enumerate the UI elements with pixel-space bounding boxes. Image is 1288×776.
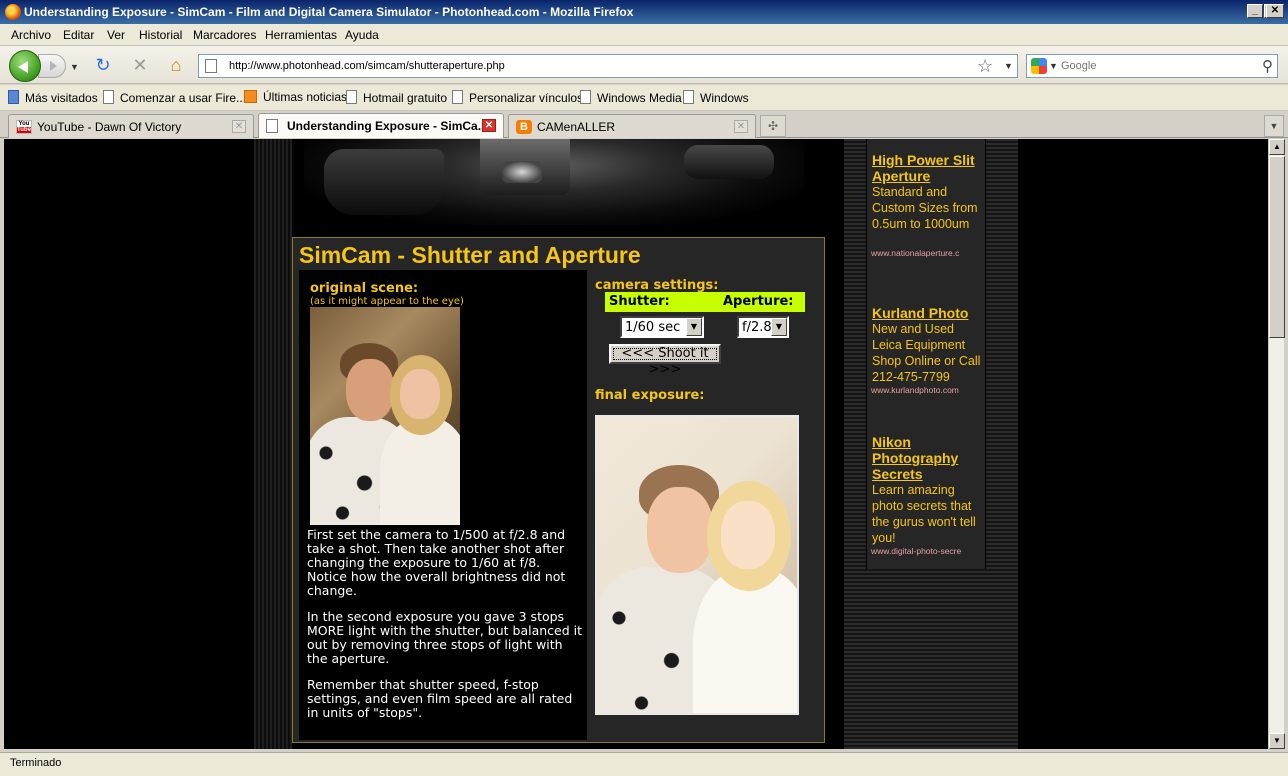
forward-button[interactable]	[38, 54, 66, 78]
page-icon	[346, 90, 357, 104]
window-title-bar: Understanding Exposure - SimCam - Film a…	[0, 0, 1288, 24]
camera-settings-label: camera settings:	[595, 278, 719, 293]
bookmark-comenzar[interactable]: Comenzar a usar Fire...	[103, 90, 246, 105]
tab-close-icon[interactable]: ✕	[482, 119, 496, 132]
menu-ver[interactable]: Ver	[107, 28, 125, 42]
bookmark-hotmail[interactable]: Hotmail gratuito	[346, 90, 447, 105]
tab-youtube[interactable]: You Tube YouTube - Dawn Of Victory ✕	[8, 114, 254, 138]
original-scene-column: original scene: (as it might appear to t…	[299, 270, 587, 740]
final-exposure-label: final exposure:	[595, 388, 705, 403]
page-icon	[205, 59, 217, 73]
window-title: Understanding Exposure - SimCam - Film a…	[24, 5, 634, 19]
bookmark-ultimas-noticias[interactable]: Últimas noticias	[244, 90, 347, 104]
menu-herramientas[interactable]: Herramientas	[265, 28, 337, 42]
page-viewport: SimCam - Shutter and Aperture original s…	[4, 139, 1268, 749]
original-scene-label: original scene:	[310, 281, 419, 296]
star-folder-icon	[8, 90, 19, 104]
bookmark-star-icon[interactable]: ☆	[977, 56, 993, 77]
original-scene-sublabel: (as it might appear to the eye)	[310, 296, 464, 307]
ad-text: New and Used Leica Equipment Shop Online…	[872, 322, 981, 384]
reload-icon[interactable]: ↻	[92, 55, 114, 75]
search-engine-dropdown-icon[interactable]: ▼	[1049, 61, 1058, 71]
ad-text: Learn amazing photo secrets that the gur…	[872, 483, 976, 545]
description-paragraph-1: First set the camera to 1/500 at f/2.8 a…	[307, 527, 566, 598]
tab-bar: You Tube YouTube - Dawn Of Victory ✕ Unde…	[0, 111, 1288, 138]
minimize-button[interactable]: _	[1247, 4, 1263, 18]
shutter-select[interactable]: 1/60 sec ▼	[620, 316, 704, 338]
scrollbar-thumb[interactable]	[1269, 156, 1285, 338]
bookmark-windows-media[interactable]: Windows Media	[580, 90, 682, 105]
ad-text: Standard and Custom Sizes from 0.5um to …	[872, 185, 978, 231]
simcam-panel: SimCam - Shutter and Aperture original s…	[292, 237, 825, 743]
scroll-up-icon[interactable]: ▲	[1269, 139, 1285, 155]
back-button[interactable]	[9, 50, 41, 82]
scroll-down-icon[interactable]: ▼	[1269, 733, 1285, 749]
chevron-down-icon[interactable]: ▼	[686, 318, 702, 336]
ads-sidebar: High Power Slit Aperture Standard and Cu…	[866, 139, 986, 569]
tab-close-icon[interactable]: ✕	[232, 120, 246, 133]
decorative-stripe	[254, 139, 292, 749]
firefox-icon	[5, 4, 21, 20]
description-paragraph-3: Remember that shutter speed, f-stop sett…	[307, 677, 573, 720]
camera-header-image	[304, 139, 804, 225]
page-icon	[683, 90, 694, 104]
ad-url[interactable]: www.nationalaperture.c	[871, 248, 986, 258]
shoot-button[interactable]: <<< Shoot it >>>	[609, 344, 721, 377]
menu-archivo[interactable]: Archivo	[11, 28, 51, 42]
home-icon[interactable]: ⌂	[165, 55, 187, 75]
menu-editar[interactable]: Editar	[63, 28, 94, 42]
history-dropdown-icon[interactable]: ▼	[70, 62, 79, 72]
page-icon	[452, 90, 463, 104]
menu-ayuda[interactable]: Ayuda	[345, 28, 379, 42]
search-input[interactable]	[1061, 55, 1255, 77]
page-icon	[266, 119, 278, 133]
tab-camenaller[interactable]: B CAMenALLER ✕	[508, 114, 756, 138]
status-bar: Terminado	[0, 752, 1288, 776]
ad-url[interactable]: www.kurlandphoto.com	[871, 385, 986, 395]
stop-icon[interactable]: ✕	[129, 55, 151, 75]
list-all-tabs-icon[interactable]: ▼	[1264, 115, 1284, 137]
ad-link-nikon[interactable]: Nikon Photography Secrets	[872, 434, 984, 482]
menu-marcadores[interactable]: Marcadores	[193, 28, 256, 42]
chevron-down-icon[interactable]: ▼	[771, 318, 787, 336]
original-scene-photo	[310, 307, 460, 525]
navigation-toolbar: ▼ ↻ ✕ ⌂ http://www.photonhead.com/simcam…	[0, 46, 1288, 84]
page-icon	[580, 90, 591, 104]
description-paragraph-2: In the second exposure you gave 3 stops …	[307, 609, 582, 666]
search-box[interactable]: ▼ ⚲	[1026, 54, 1278, 78]
vertical-scrollbar[interactable]: ▲ ▼	[1268, 139, 1285, 749]
shutter-label: Shutter:	[609, 294, 670, 309]
youtube-icon: You Tube	[16, 120, 32, 134]
menu-historial[interactable]: Historial	[139, 28, 182, 42]
settings-header: Shutter: Aperture:	[605, 292, 805, 312]
tab-understanding-exposure[interactable]: Understanding Exposure - SimCa... ✕	[258, 113, 504, 138]
page-title: SimCam - Shutter and Aperture	[299, 242, 641, 268]
ad-url[interactable]: www.digital-photo-secre	[871, 546, 986, 556]
url-dropdown-icon[interactable]: ▼	[1004, 61, 1013, 71]
status-text: Terminado	[10, 757, 62, 769]
search-icon[interactable]: ⚲	[1262, 57, 1273, 75]
bookmarks-toolbar: Más visitados Comenzar a usar Fire... Úl…	[0, 85, 1288, 111]
camera-settings-column: camera settings: Shutter: Aperture: 1/60…	[587, 270, 823, 740]
aperture-label: Aperture:	[723, 294, 794, 309]
bookmark-personalizar[interactable]: Personalizar vínculos	[452, 90, 583, 105]
close-button[interactable]: ✕	[1266, 4, 1284, 18]
menu-bar: Archivo Editar Ver Historial Marcadores …	[0, 24, 1288, 46]
ad-link-kurland[interactable]: Kurland Photo	[872, 305, 984, 321]
final-exposure-photo	[595, 415, 799, 715]
rss-icon	[244, 90, 257, 103]
url-text[interactable]: http://www.photonhead.com/simcam/shutter…	[229, 60, 505, 72]
ad-link-slit-aperture[interactable]: High Power Slit Aperture	[872, 152, 984, 184]
tab-close-icon[interactable]: ✕	[734, 120, 748, 133]
page-icon	[103, 90, 114, 104]
new-tab-button[interactable]: ✣	[760, 115, 786, 137]
aperture-select[interactable]: f/2.8 ▼	[737, 316, 789, 338]
bookmark-mas-visitados[interactable]: Más visitados	[8, 90, 98, 105]
google-icon[interactable]	[1031, 58, 1047, 74]
bookmark-windows[interactable]: Windows	[683, 90, 749, 105]
address-bar[interactable]: http://www.photonhead.com/simcam/shutter…	[198, 54, 1018, 78]
blogger-icon: B	[516, 120, 532, 134]
